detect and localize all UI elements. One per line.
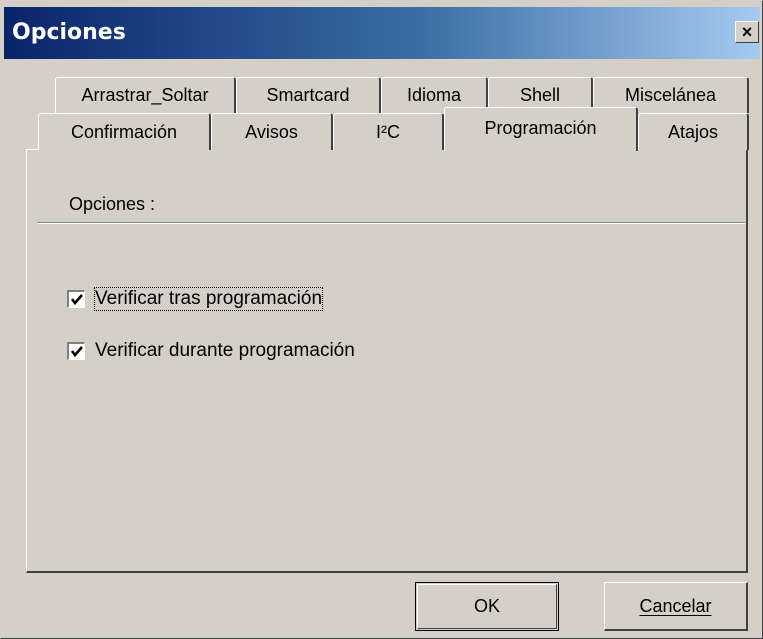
group-divider xyxy=(37,222,745,224)
tab-programacion[interactable]: Programación xyxy=(444,107,638,151)
checkmark-icon xyxy=(70,294,83,306)
tab-label: Avisos xyxy=(245,122,298,142)
options-dialog: Opciones × Arrastrar_Soltar Smartcard Id… xyxy=(0,0,763,639)
tab-label: Confirmación xyxy=(70,122,178,142)
close-icon: × xyxy=(741,22,753,42)
tab-label: Atajos xyxy=(667,122,719,142)
tab-confirmacion[interactable]: Confirmación xyxy=(38,113,211,150)
ok-button[interactable]: OK xyxy=(415,582,559,631)
window-title: Opciones xyxy=(12,20,126,45)
checkbox-verify-during[interactable]: Verificar durante programación xyxy=(67,340,427,364)
tab-label: Smartcard xyxy=(266,85,350,105)
tab-avisos[interactable]: Avisos xyxy=(211,113,333,150)
checkbox-box[interactable] xyxy=(67,290,85,308)
title-bar[interactable]: Opciones × xyxy=(4,7,760,59)
tab-label: Arrastrar_Soltar xyxy=(81,85,209,105)
cancel-button-label: Cancelar xyxy=(639,596,712,616)
checkbox-label: Verificar tras programación xyxy=(93,287,324,311)
tab-label: I²C xyxy=(376,122,400,142)
tab-panel-programacion: Opciones : Verificar tras programación V… xyxy=(26,149,748,573)
checkbox-verify-after[interactable]: Verificar tras programación xyxy=(67,287,367,312)
tab-label: Programación xyxy=(484,118,597,138)
tab-i2c[interactable]: I²C xyxy=(333,113,444,150)
tab-smartcard[interactable]: Smartcard xyxy=(236,77,381,113)
tab-arrastrar-soltar[interactable]: Arrastrar_Soltar xyxy=(55,77,236,113)
ok-button-label: OK xyxy=(473,596,500,616)
cancel-button[interactable]: Cancelar xyxy=(604,582,748,631)
checkbox-label: Verificar durante programación xyxy=(95,340,355,361)
close-button[interactable]: × xyxy=(735,21,759,43)
checkmark-icon xyxy=(70,346,83,358)
checkbox-box[interactable] xyxy=(67,342,85,360)
tab-atajos[interactable]: Atajos xyxy=(638,113,749,150)
group-label: Opciones : xyxy=(69,194,156,214)
